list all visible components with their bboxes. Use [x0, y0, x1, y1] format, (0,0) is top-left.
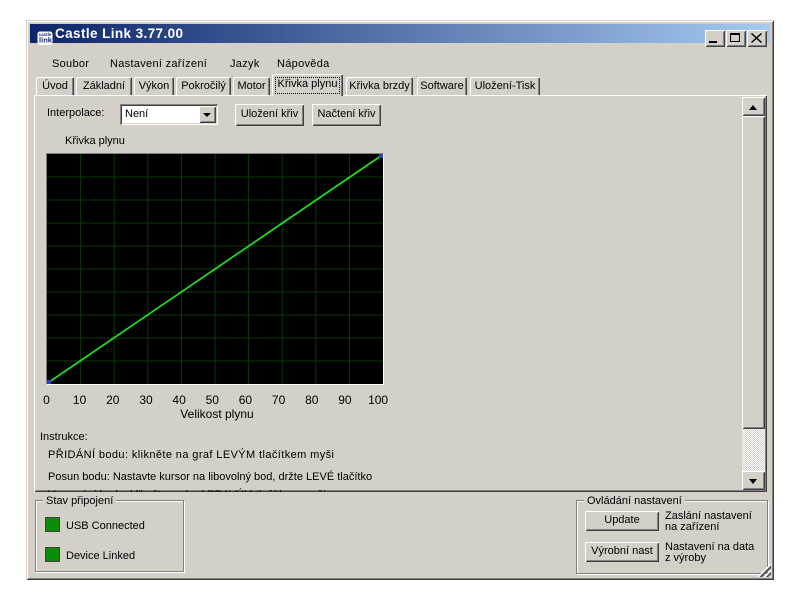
svg-text:link: link — [39, 36, 53, 45]
